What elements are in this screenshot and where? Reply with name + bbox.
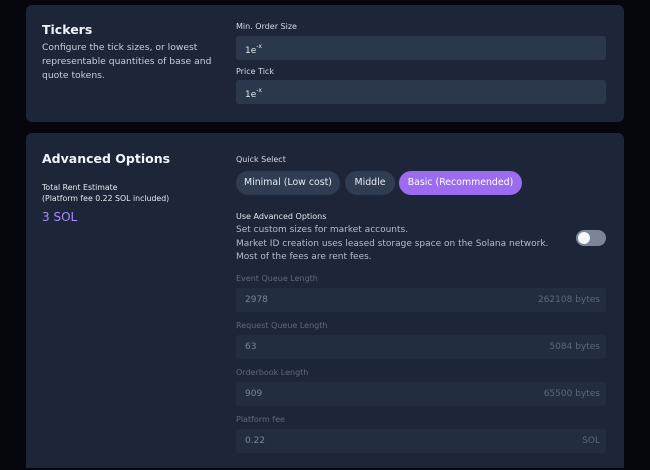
event-queue-bytes: 262108 bytes <box>537 295 600 305</box>
use-advanced-options-toggle[interactable] <box>576 230 606 246</box>
orderbook-length-value: 909 <box>245 389 263 399</box>
platform-fee-unit: SOL <box>582 436 600 446</box>
tickers-card: Tickers Configure the tick sizes, or low… <box>26 5 624 122</box>
toggle-knob <box>578 232 590 244</box>
orderbook-length-label: Orderbook Length <box>236 368 309 377</box>
event-queue-length-label: Event Queue Length <box>236 274 318 283</box>
request-queue-length-input[interactable]: 63 5084 bytes <box>236 335 606 359</box>
advanced-desc-line: Market ID creation uses leased storage s… <box>236 238 549 249</box>
price-tick-exponent: -x <box>256 87 262 94</box>
tickers-description: Configure the tick sizes, or lowest repr… <box>42 42 212 81</box>
total-rent-value: 3 SOL <box>42 210 78 224</box>
use-advanced-options-description: Set custom sizes for market accounts. Ma… <box>236 224 576 265</box>
platform-fee-input[interactable]: 0.22 SOL <box>236 429 606 453</box>
quick-select-middle-button[interactable]: Middle <box>345 171 395 195</box>
quick-select-basic-button[interactable]: Basic (Recommended) <box>399 171 522 195</box>
platform-fee-note: (Platform fee 0.22 SOL included) <box>42 193 170 203</box>
use-advanced-options-label: Use Advanced Options <box>236 212 327 221</box>
event-queue-length-input[interactable]: 2978 262108 bytes <box>236 288 606 312</box>
total-rent-label: Total Rent Estimate <box>42 183 118 192</box>
tickers-title: Tickers <box>42 22 93 37</box>
price-tick-input[interactable]: 1e-x <box>236 80 606 104</box>
request-queue-length-value: 63 <box>245 342 257 352</box>
quick-select-minimal-button[interactable]: Minimal (Low cost) <box>236 171 340 195</box>
orderbook-bytes: 65500 bytes <box>543 389 600 399</box>
advanced-desc-line: Set custom sizes for market accounts. <box>236 225 409 235</box>
orderbook-length-input[interactable]: 909 65500 bytes <box>236 382 606 406</box>
total-rent-estimate: Total Rent Estimate (Platform fee 0.22 S… <box>42 183 212 204</box>
platform-fee-label: Platform fee <box>236 415 285 424</box>
advanced-options-title: Advanced Options <box>42 151 171 166</box>
request-queue-length-label: Request Queue Length <box>236 321 328 330</box>
min-order-size-input[interactable]: 1e-x <box>236 36 606 60</box>
advanced-desc-line: Most of the fees are rent fees. <box>236 252 372 262</box>
min-order-size-exponent: -x <box>256 43 262 50</box>
price-tick-value: 1e <box>245 90 257 100</box>
event-queue-length-value: 2978 <box>245 295 268 305</box>
request-queue-bytes: 5084 bytes <box>549 342 600 352</box>
quick-select-label: Quick Select <box>236 155 286 164</box>
platform-fee-value: 0.22 <box>245 436 266 446</box>
min-order-size-label: Min. Order Size <box>236 22 297 31</box>
min-order-size-value: 1e <box>245 46 257 56</box>
advanced-options-card: Advanced Options Total Rent Estimate (Pl… <box>26 133 624 468</box>
price-tick-label: Price Tick <box>236 67 274 76</box>
